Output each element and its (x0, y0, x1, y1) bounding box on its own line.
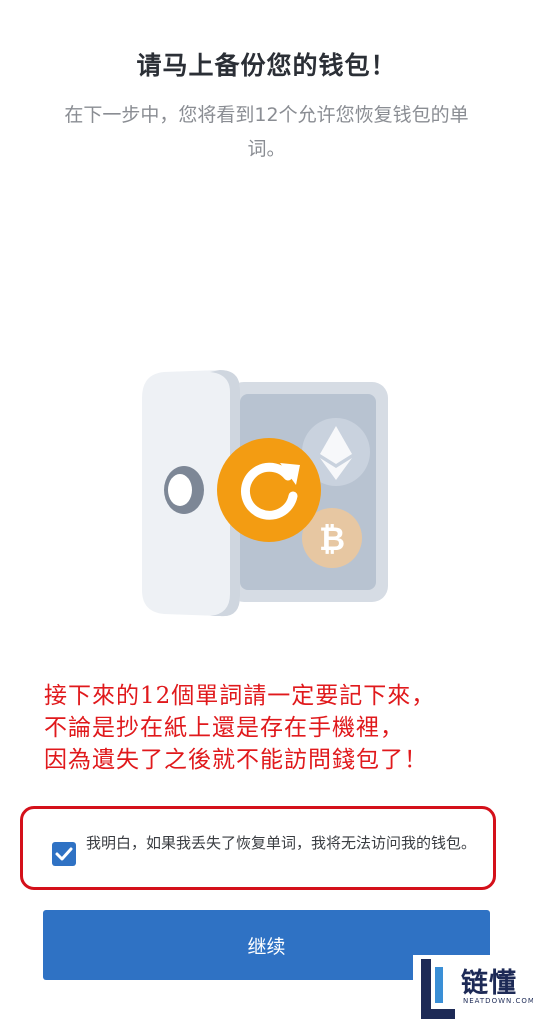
vault-backup-icon: ₿ (140, 368, 392, 620)
watermark: 链懂 NEATDOWN.COM (413, 955, 533, 1024)
watermark-site: NEATDOWN.COM (463, 997, 533, 1005)
page-title: 请马上备份您的钱包！ (136, 51, 397, 80)
backup-warning-text: 接下來的12個單詞請一定要記下來， 不論是抄在紙上還是存在手機裡， 因為遺失了之… (44, 680, 514, 776)
warning-line: 接下來的12個單詞請一定要記下來， (44, 683, 436, 709)
watermark-name: 链懂 (461, 968, 517, 999)
warning-line: 因為遺失了之後就不能訪問錢包了！ (44, 747, 428, 773)
svg-text:₿: ₿ (319, 520, 345, 558)
acknowledge-checkbox[interactable] (52, 842, 76, 866)
page-subtitle: 在下一步中，您将看到12个允许您恢复钱包的单词。 (64, 104, 469, 160)
warning-line: 不論是抄在紙上還是存在手機裡， (44, 715, 404, 741)
checkmark-icon (55, 847, 73, 861)
watermark-logo-icon (421, 959, 455, 1019)
acknowledge-label[interactable]: 我明白，如果我丢失了恢复单词，我将无法访问我的钱包。 (86, 830, 486, 856)
